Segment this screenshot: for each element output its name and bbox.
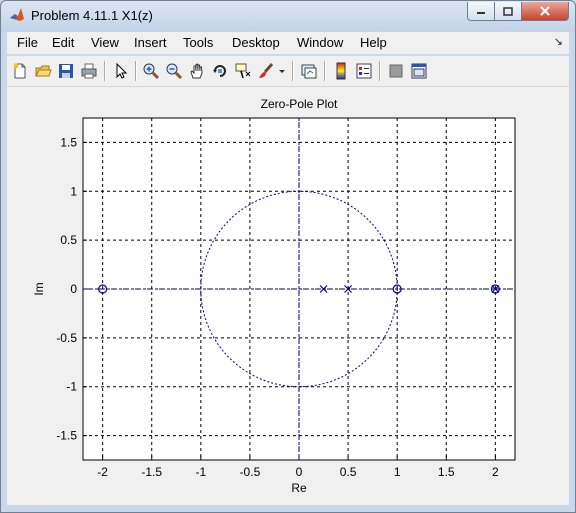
toolbar-separator xyxy=(324,61,325,81)
open-file-button[interactable] xyxy=(33,61,53,81)
x-tick-labels: -2 -1.5 -1 -0.5 0 0.5 1 1.5 2 xyxy=(97,465,499,479)
x-tick-label: -0.5 xyxy=(240,465,261,479)
pan-button[interactable] xyxy=(187,61,207,81)
toolbar-separator xyxy=(104,61,105,81)
toolbar-separator xyxy=(379,61,380,81)
menu-help[interactable]: Help xyxy=(360,35,387,50)
rotate-3d-button[interactable] xyxy=(210,61,230,81)
y-tick-label: 0 xyxy=(70,282,77,296)
maximize-icon xyxy=(503,6,513,16)
title-bar[interactable]: Problem 4.11.1 X1(z) xyxy=(1,1,575,31)
dock-arrow-icon[interactable]: ↘ xyxy=(554,35,563,48)
y-axis-label: Im xyxy=(32,282,46,295)
zero-pole-plot[interactable]: -2 -1.5 -1 -0.5 0 0.5 1 1.5 2 -1.5 -1 -0.5 0 0.5 1 1.5… xyxy=(7,87,569,505)
close-icon xyxy=(540,6,550,16)
pan-hand-icon xyxy=(190,63,203,79)
rotate-3d-icon xyxy=(213,65,226,77)
y-tick-label: -1.5 xyxy=(56,429,77,443)
menu-tools[interactable]: Tools xyxy=(183,35,213,50)
menu-desktop[interactable]: Desktop xyxy=(232,35,280,50)
colorbar-button[interactable] xyxy=(331,61,351,81)
open-file-icon xyxy=(35,65,52,77)
x-tick-label: -2 xyxy=(97,465,108,479)
legend-button[interactable] xyxy=(354,61,374,81)
new-figure-button[interactable] xyxy=(10,61,30,81)
zoom-in-button[interactable] xyxy=(141,61,161,81)
minimize-button[interactable] xyxy=(467,2,495,21)
show-plot-tools-button[interactable] xyxy=(409,61,429,81)
show-plot-tools-icon xyxy=(411,63,427,79)
new-figure-icon xyxy=(13,63,26,79)
zoom-out-button[interactable] xyxy=(164,61,184,81)
y-tick-label: -1 xyxy=(66,380,77,394)
x-tick-label: -1.5 xyxy=(141,465,162,479)
y-tick-label: -0.5 xyxy=(56,331,77,345)
figure-toolbar xyxy=(7,56,569,87)
menu-view[interactable]: View xyxy=(91,35,119,50)
print-button[interactable] xyxy=(79,61,99,81)
toolbar-separator xyxy=(135,61,136,81)
pointer-icon xyxy=(116,62,128,79)
close-button[interactable] xyxy=(521,2,569,21)
menu-file[interactable]: File xyxy=(17,35,38,50)
window-title: Problem 4.11.1 X1(z) xyxy=(31,8,153,23)
print-icon xyxy=(81,63,97,79)
save-button[interactable] xyxy=(56,61,76,81)
legend-icon xyxy=(356,63,372,79)
brush-dropdown-button[interactable] xyxy=(277,61,287,81)
x-axis-label: Re xyxy=(291,481,307,495)
save-icon xyxy=(59,64,73,78)
menu-edit[interactable]: Edit xyxy=(52,35,74,50)
brush-button[interactable] xyxy=(256,61,276,81)
y-tick-label: 0.5 xyxy=(60,233,77,247)
brush-dropdown-icon xyxy=(279,70,285,73)
toolbar-separator xyxy=(292,61,293,81)
matlab-icon xyxy=(10,8,24,21)
y-tick-label: 1.5 xyxy=(60,135,77,149)
y-tick-labels: -1.5 -1 -0.5 0 0.5 1 1.5 xyxy=(56,135,77,442)
plot-title: Zero-Pole Plot xyxy=(261,97,338,111)
figure-window: Problem 4.11.1 X1(z) File Edit View Inse… xyxy=(0,0,576,513)
x-tick-label: 0.5 xyxy=(340,465,357,479)
zoom-out-icon xyxy=(166,63,183,80)
x-tick-label: 1.5 xyxy=(438,465,455,479)
minimize-icon xyxy=(477,12,485,14)
zoom-in-icon xyxy=(143,63,160,80)
brush-icon xyxy=(259,63,274,78)
hide-plot-tools-button[interactable] xyxy=(386,61,406,81)
menu-window[interactable]: Window xyxy=(297,35,343,50)
link-plot-button[interactable] xyxy=(299,61,319,81)
link-plot-icon xyxy=(301,64,317,79)
hide-plot-tools-icon xyxy=(389,64,403,78)
x-tick-label: 2 xyxy=(492,465,499,479)
x-tick-label: -1 xyxy=(195,465,206,479)
data-cursor-icon xyxy=(235,63,251,79)
y-tick-label: 1 xyxy=(70,184,77,198)
x-tick-label: 1 xyxy=(394,465,401,479)
figure-canvas: -2 -1.5 -1 -0.5 0 0.5 1 1.5 2 -1.5 -1 -0.5 0 0.5 1 1.5… xyxy=(7,87,569,505)
menu-bar: File Edit View Insert Tools Desktop Wind… xyxy=(7,32,569,54)
colorbar-icon xyxy=(336,62,346,80)
maximize-button[interactable] xyxy=(494,2,522,21)
data-cursor-button[interactable] xyxy=(233,61,253,81)
pointer-button[interactable] xyxy=(111,61,131,81)
x-tick-label: 0 xyxy=(296,465,303,479)
menu-insert[interactable]: Insert xyxy=(134,35,167,50)
